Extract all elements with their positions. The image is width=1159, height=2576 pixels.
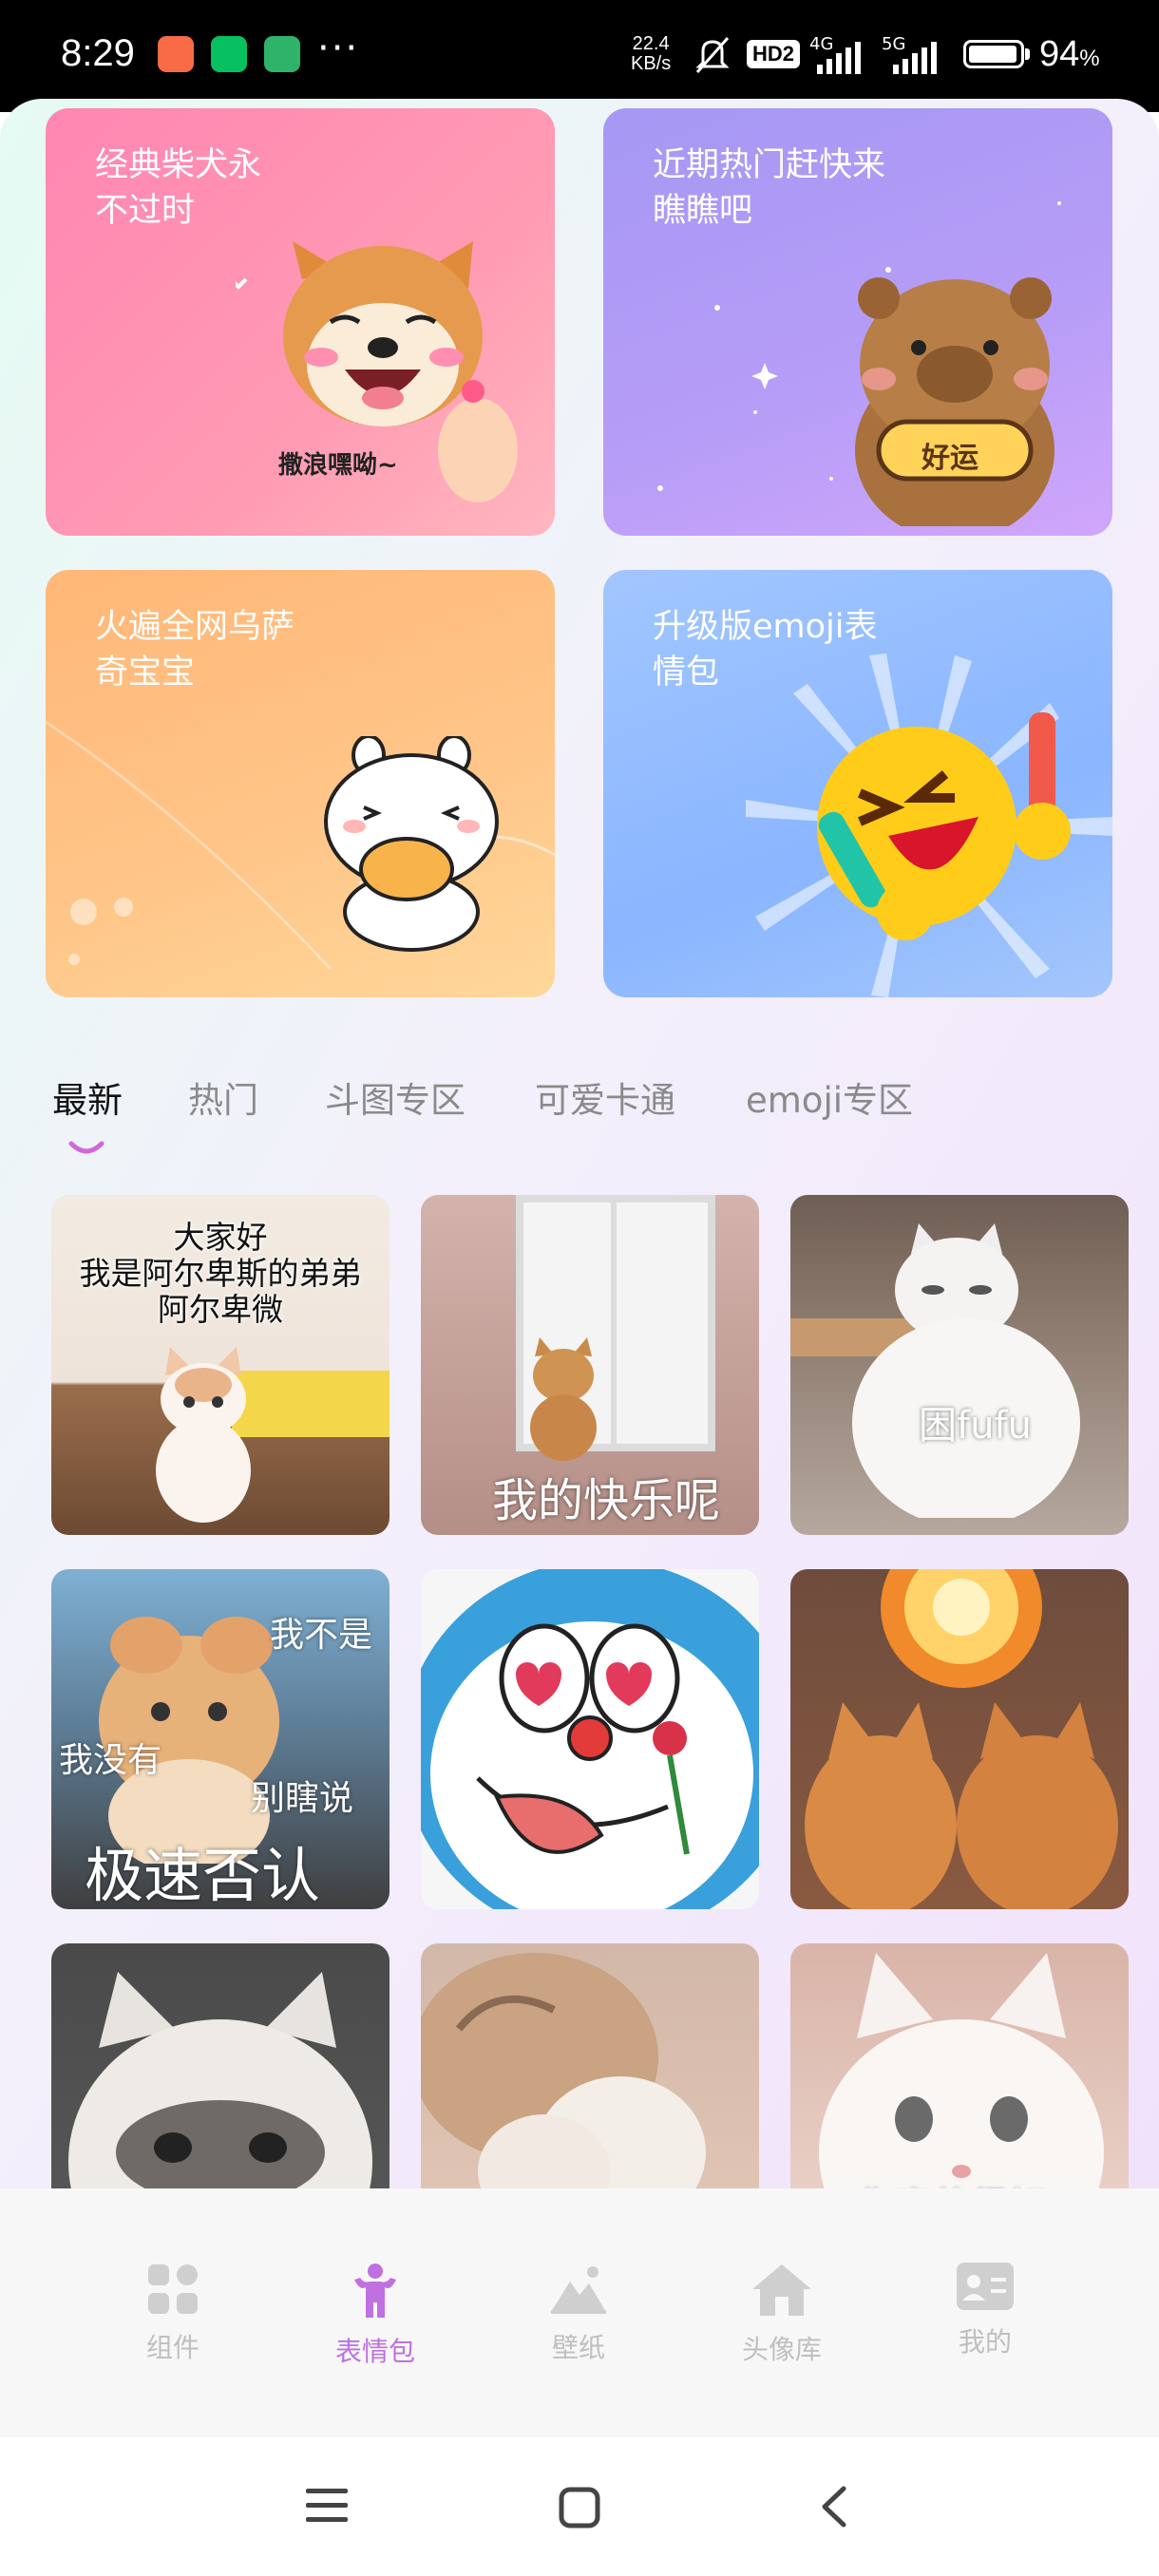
sticker-caption: 我的快乐呢 — [492, 1474, 721, 1527]
nav-item-wallpaper[interactable]: 壁纸 — [493, 2263, 664, 2365]
nav-label: 表情包 — [334, 2336, 415, 2367]
main-content[interactable]: 经典柴犬永 不过时 撒浪嘿呦~ 近期热门赶快来 瞧瞧吧 好运 火遍全网乌萨 奇宝… — [0, 99, 1159, 2188]
nav-label: 壁纸 — [551, 2332, 605, 2363]
caption-line: 阿尔卑微 — [158, 1291, 283, 1328]
card-title: 经典柴犬永 不过时 — [95, 146, 262, 230]
sticker-tile[interactable]: 你真的很好 — [790, 1943, 1129, 2188]
cat-image — [819, 1953, 1104, 2188]
sticker-tile[interactable] — [421, 1569, 759, 1909]
tab-popular[interactable]: 热门 — [188, 1071, 258, 1123]
nav-label: 我的 — [958, 2326, 1012, 2358]
cat-image — [156, 1347, 251, 1523]
nav-item-avatars[interactable]: 头像库 — [696, 2263, 867, 2367]
id-card-icon — [957, 2263, 1014, 2310]
wechat-notification-icon — [211, 36, 247, 72]
tab-latest[interactable]: 最新 — [52, 1071, 123, 1123]
category-tabs: 最新 热门 斗图专区 可爱卡通 emoji专区 — [0, 1058, 1159, 1154]
shiba-sticker-image — [236, 241, 518, 502]
person-icon — [354, 2263, 396, 2318]
sticker-caption: 困fufu — [919, 1404, 1032, 1448]
nav-item-profile[interactable]: 我的 — [900, 2263, 1071, 2359]
featured-card-usagi[interactable]: 火遍全网乌萨 奇宝宝 — [46, 570, 555, 997]
sticker-tile[interactable] — [421, 1943, 759, 2188]
cat-image — [68, 1972, 372, 2188]
nav-item-widgets[interactable]: 组件 — [87, 2263, 258, 2365]
nav-label: 头像库 — [741, 2334, 822, 2365]
usagi-sticker-image — [324, 736, 499, 952]
featured-card-capybara[interactable]: 近期热门赶快来 瞧瞧吧 好运 — [603, 108, 1112, 536]
cat-image — [530, 1337, 597, 1461]
sticker-tile[interactable]: 我不是 我没有 别瞎说 极速否认 — [51, 1569, 390, 1909]
network-speed: 22.4 KB/s — [631, 33, 672, 74]
signal2-icon — [893, 42, 937, 74]
tab-cute-cartoon[interactable]: 可爱卡通 — [535, 1071, 675, 1123]
sticker-caption: 好运 — [922, 442, 978, 475]
battery-percent: 94% — [1039, 34, 1100, 74]
nav-item-stickers[interactable]: 表情包 — [290, 2263, 461, 2369]
system-navigation-bar — [0, 2437, 1159, 2576]
house-icon — [752, 2264, 811, 2316]
signal1-icon — [817, 42, 861, 74]
sticker-caption: 我不是 — [270, 1616, 373, 1655]
status-bar: 8:29 ··· 22.4 KB/s HD2 4G 5G 94% — [0, 0, 1159, 112]
featured-card-shiba[interactable]: 经典柴犬永 不过时 撒浪嘿呦~ — [46, 108, 555, 536]
sticker-tile[interactable]: 大家好 我是阿尔卑斯的弟弟 阿尔卑微 — [51, 1195, 390, 1535]
battery-icon — [963, 40, 1024, 68]
cat-paws-image — [421, 1953, 706, 2188]
cat-image — [852, 1223, 1080, 1518]
more-notifications-icon: ··· — [317, 27, 360, 70]
caption-line: 大家好 — [173, 1219, 268, 1256]
active-tab-indicator — [68, 1141, 104, 1154]
capybara-sticker-image — [855, 277, 1054, 526]
sticker-tile[interactable]: 困fufu — [790, 1195, 1129, 1535]
menu-icon[interactable] — [306, 2487, 348, 2525]
tab-emoji[interactable]: emoji专区 — [746, 1071, 913, 1123]
sticker-caption: 别瞎说 — [251, 1779, 354, 1818]
bottom-navigation: 组件 表情包 壁纸 头像库 我的 — [0, 2188, 1159, 2437]
sticker-caption: 我没有 — [59, 1741, 162, 1780]
doraemon-image — [421, 1569, 759, 1909]
emoji-sticker-image — [746, 653, 1112, 997]
sticker-caption: 你真的很好 — [857, 2176, 1047, 2188]
sticker-tile[interactable]: 我的快乐呢 — [421, 1195, 759, 1535]
mute-icon — [695, 37, 730, 73]
sticker-caption: 撒浪嘿呦~ — [278, 451, 398, 480]
status-time: 8:29 — [61, 32, 135, 74]
grid-icon — [148, 2264, 198, 2314]
mountain-icon — [551, 2266, 606, 2314]
tab-meme-battle[interactable]: 斗图专区 — [325, 1071, 466, 1123]
featured-card-emoji[interactable]: 升级版emoji表 情包 — [603, 570, 1112, 997]
home-icon[interactable] — [559, 2487, 600, 2529]
sticker-tile[interactable] — [51, 1943, 390, 2188]
app2-notification-icon — [264, 36, 300, 72]
nav-label: 组件 — [145, 2332, 200, 2363]
hd-badge: HD2 — [747, 40, 801, 68]
sticker-caption: 极速否认 — [85, 1841, 321, 1909]
caption-line: 我是阿尔卑斯的弟弟 — [79, 1255, 362, 1292]
sticker-tile[interactable] — [790, 1569, 1129, 1909]
app-notification-icon — [158, 36, 194, 72]
cats-heater-image — [805, 1569, 1118, 1909]
back-icon[interactable] — [817, 2485, 849, 2529]
